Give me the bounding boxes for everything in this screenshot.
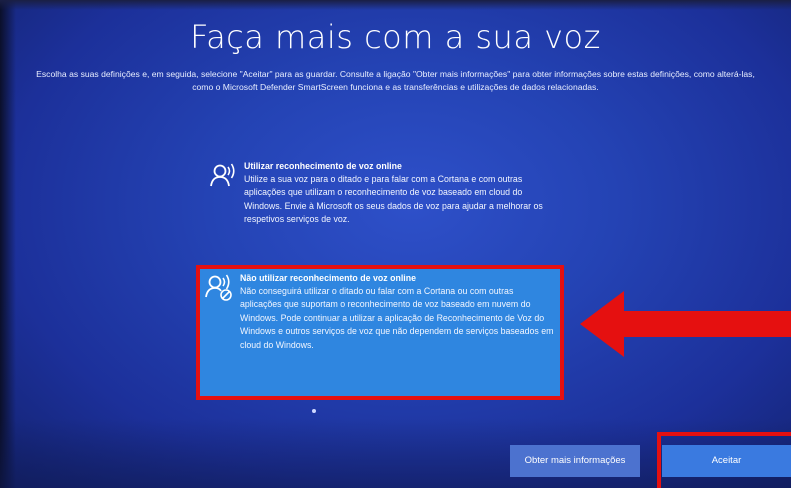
voice-recognition-icon	[208, 160, 244, 192]
option-use-online-speech[interactable]: Utilizar reconhecimento de voz online Ut…	[200, 154, 555, 258]
annotation-arrow-icon	[580, 291, 791, 357]
option-description: Utilize a sua voz para o ditado e para f…	[244, 174, 543, 225]
annotation-accept-box	[657, 432, 791, 488]
page-subtitle: Escolha as suas definições e, em seguida…	[36, 69, 755, 92]
scroll-indicator	[312, 409, 316, 413]
annotation-highlight-box	[196, 265, 564, 400]
oobe-screen: Faça mais com a sua voz Escolha as suas …	[0, 0, 791, 488]
option-title: Utilizar reconhecimento de voz online	[244, 161, 402, 171]
screen-edge-shadow	[0, 0, 16, 488]
more-info-button[interactable]: Obter mais informações	[510, 445, 640, 477]
option-text: Utilizar reconhecimento de voz online Ut…	[244, 160, 549, 227]
page-title: Faça mais com a sua voz	[190, 18, 601, 56]
screen-top-shadow	[0, 0, 791, 10]
